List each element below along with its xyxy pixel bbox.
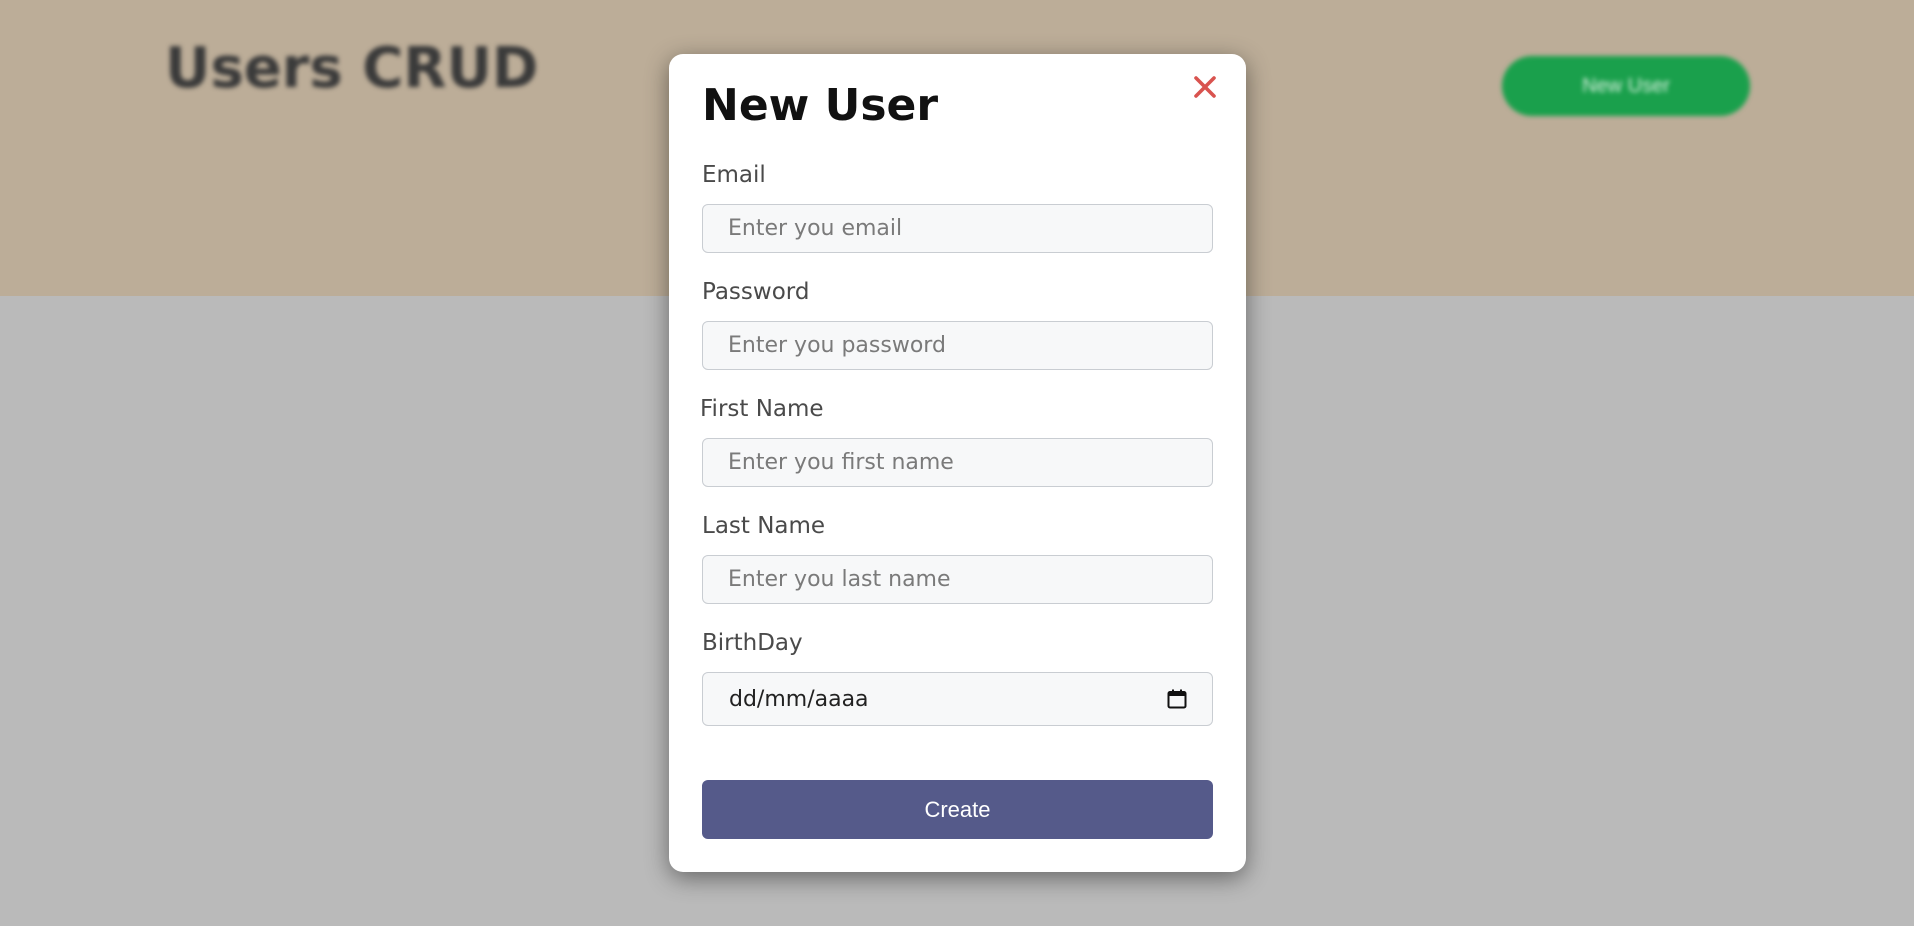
new-user-modal: New User Email Password First Name Last …	[669, 54, 1246, 872]
birthday-placeholder: dd/mm/aaaa	[729, 686, 869, 712]
app-title: Users CRUD	[165, 36, 539, 101]
last-name-label: Last Name	[702, 513, 826, 539]
modal-title: New User	[702, 80, 939, 131]
create-button[interactable]: Create	[702, 780, 1213, 839]
page: Users CRUD New User New User Email Passw…	[0, 0, 1914, 926]
first-name-field[interactable]	[702, 438, 1213, 487]
password-field[interactable]	[702, 321, 1213, 370]
close-icon	[1194, 76, 1216, 98]
calendar-icon[interactable]	[1166, 688, 1188, 710]
close-button[interactable]	[1188, 70, 1222, 104]
birthday-label: BirthDay	[702, 630, 803, 656]
email-label: Email	[702, 162, 766, 188]
new-user-button[interactable]: New User	[1502, 56, 1750, 116]
last-name-field[interactable]	[702, 555, 1213, 604]
password-label: Password	[702, 279, 810, 305]
first-name-label: First Name	[700, 396, 824, 422]
birthday-field[interactable]: dd/mm/aaaa	[702, 672, 1213, 726]
email-field[interactable]	[702, 204, 1213, 253]
